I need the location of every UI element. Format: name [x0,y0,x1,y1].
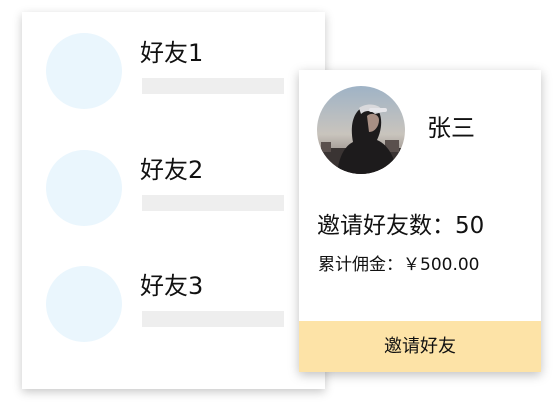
friend-list-item[interactable]: 好友1 [22,33,325,123]
profile-avatar [317,86,405,174]
friend-detail-placeholder [142,311,284,327]
friend-avatar [46,33,122,109]
invite-profile-card: 张三 邀请好友数：50 累计佣金：￥500.00 邀请好友 [299,70,541,372]
invite-count: 邀请好友数：50 [317,213,485,239]
invite-friends-button[interactable]: 邀请好友 [299,321,541,372]
friend-avatar [46,266,122,342]
friend-name: 好友3 [140,272,204,300]
profile-photo-icon [317,86,405,174]
friend-avatar [46,150,122,226]
friend-name: 好友2 [140,156,204,184]
total-commission: 累计佣金：￥500.00 [318,255,480,275]
friends-list-card: 好友1 好友2 好友3 [22,12,325,389]
friend-list-item[interactable]: 好友2 [22,150,325,240]
friend-name: 好友1 [140,39,204,67]
profile-name: 张三 [427,114,475,142]
friend-detail-placeholder [142,195,284,211]
friend-detail-placeholder [142,78,284,94]
stage: 好友1 好友2 好友3 张三 邀请好友数：50 累计佣金：￥500.00 邀请好… [0,0,556,407]
friend-list-item[interactable]: 好友3 [22,266,325,356]
